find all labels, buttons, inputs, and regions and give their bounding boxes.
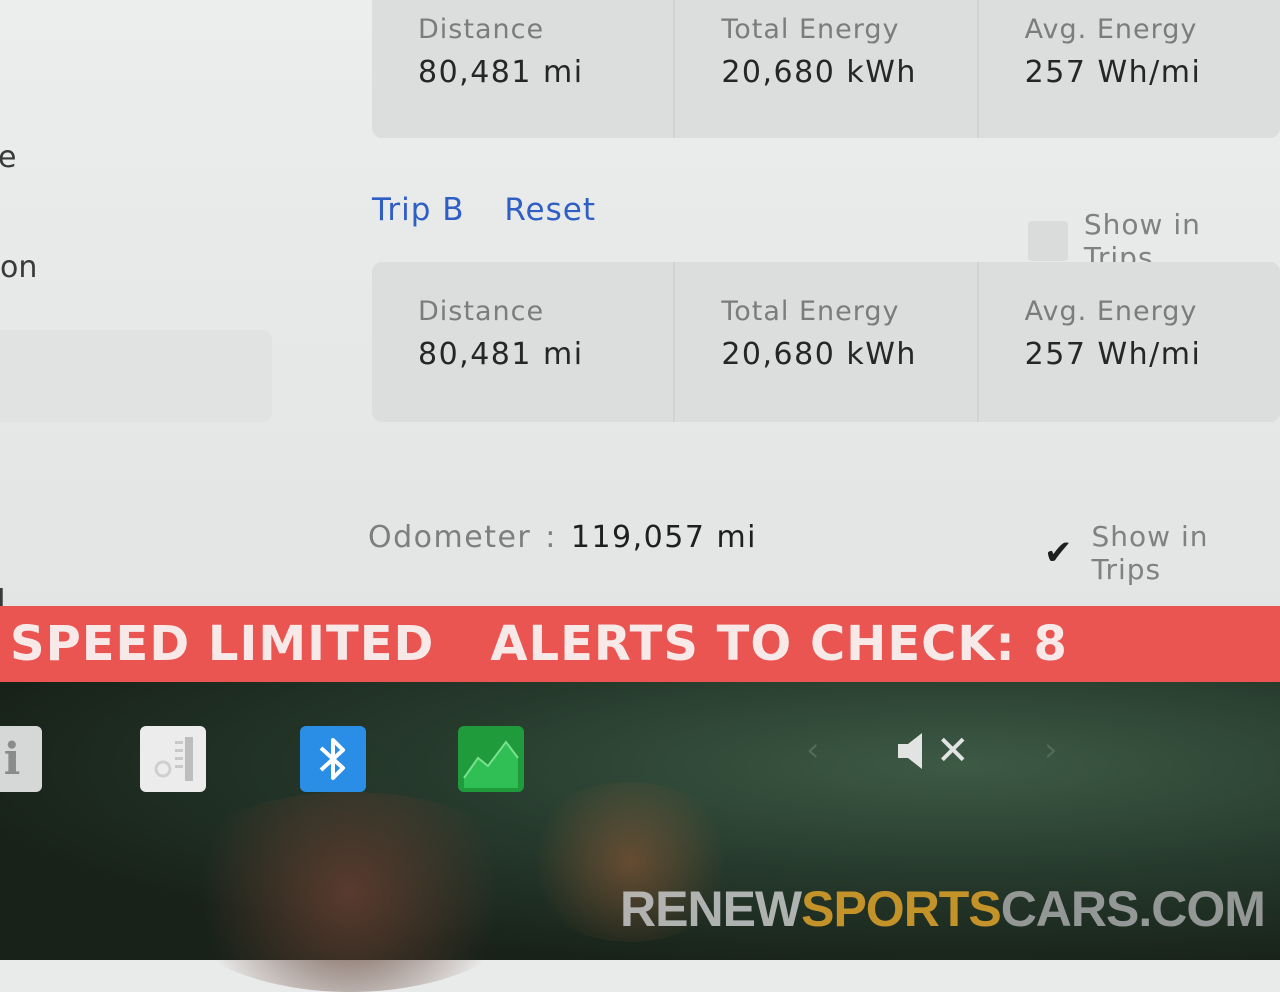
odometer-label: Odometer: [368, 520, 531, 555]
avg-energy-value: 257 Wh/mi: [1025, 55, 1280, 90]
info-icon[interactable]: i: [0, 726, 42, 792]
left-panel-item[interactable]: [0, 330, 272, 422]
odometer-value: 119,057 mi: [571, 520, 757, 555]
app-glyph-icon: [145, 731, 201, 787]
mute-x-icon: ✕: [936, 728, 970, 774]
energy-graph-icon: [460, 728, 522, 790]
avg-energy-label: Avg. Energy: [1025, 296, 1280, 327]
bluetooth-glyph-icon: [313, 734, 353, 784]
speed-limited-text: SPEED LIMITED: [10, 616, 434, 672]
trip-a-total-energy: Total Energy 20,680 kWh: [673, 0, 976, 138]
trip-b-distance: Distance 80,481 mi: [372, 262, 673, 422]
watermark-part: RENEW: [620, 881, 801, 937]
total-energy-label: Total Energy: [721, 296, 976, 327]
avg-energy-label: Avg. Energy: [1025, 14, 1280, 45]
odometer: Odometer:119,057 mi: [368, 520, 757, 555]
checkmark-icon: ✔: [1044, 533, 1074, 573]
background-blur: [160, 792, 540, 992]
trip-b-header: Trip B Reset: [372, 192, 626, 228]
chevron-right-icon[interactable]: ›: [1044, 730, 1058, 770]
reset-button[interactable]: Reset: [504, 192, 596, 228]
show-in-trips-checkbox[interactable]: [1028, 221, 1068, 261]
watermark-part: SPORTS: [801, 881, 1001, 937]
distance-label: Distance: [418, 14, 673, 45]
watermark-logo: RENEWSPORTSCARS.COM: [620, 880, 1265, 938]
watermark-part: CARS.COM: [1001, 881, 1265, 937]
energy-icon[interactable]: [458, 726, 524, 792]
alert-bar[interactable]: SPEED LIMITED ALERTS TO CHECK: 8: [0, 606, 1280, 682]
trip-a-avg-energy: Avg. Energy 257 Wh/mi: [977, 0, 1280, 138]
left-panel-text-fragment: e: [0, 140, 16, 175]
odometer-separator: :: [545, 520, 557, 555]
distance-value: 80,481 mi: [418, 337, 673, 372]
chevron-left-icon[interactable]: ‹: [806, 730, 820, 770]
trip-b-title: Trip B: [372, 192, 465, 228]
volume-mute-icon[interactable]: ✕: [896, 728, 970, 774]
left-panel-text-fragment: on: [0, 250, 37, 285]
trip-b-avg-energy: Avg. Energy 257 Wh/mi: [977, 262, 1280, 422]
total-energy-label: Total Energy: [721, 14, 976, 45]
speaker-icon: [896, 731, 930, 771]
trip-a-distance: Distance 80,481 mi: [372, 0, 673, 138]
total-energy-value: 20,680 kWh: [721, 337, 976, 372]
trip-b-stats: Distance 80,481 mi Total Energy 20,680 k…: [372, 262, 1280, 422]
show-in-trips-label: Show in Trips: [1092, 520, 1280, 586]
bluetooth-icon[interactable]: [300, 726, 366, 792]
distance-value: 80,481 mi: [418, 55, 673, 90]
total-energy-value: 20,680 kWh: [721, 55, 976, 90]
trip-b-total-energy: Total Energy 20,680 kWh: [673, 262, 976, 422]
app-icon[interactable]: [140, 726, 206, 792]
odometer-show-in-trips-toggle[interactable]: ✔ Show in Trips: [1044, 520, 1280, 586]
trips-screen: e on 1 Distance 80,481 mi Total Energy 2…: [0, 0, 1280, 610]
alerts-to-check-text[interactable]: ALERTS TO CHECK: 8: [490, 616, 1068, 672]
trip-a-stats: Distance 80,481 mi Total Energy 20,680 k…: [372, 0, 1280, 138]
distance-label: Distance: [418, 296, 673, 327]
avg-energy-value: 257 Wh/mi: [1025, 337, 1280, 372]
